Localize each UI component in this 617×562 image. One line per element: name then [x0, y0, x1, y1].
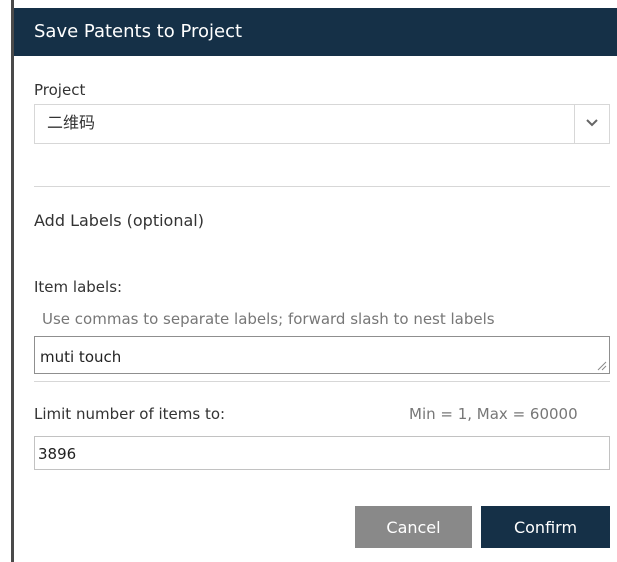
section-divider-top: [34, 186, 610, 187]
project-select[interactable]: 二维码: [34, 104, 610, 144]
item-labels-textarea[interactable]: muti touch: [34, 336, 610, 374]
dialog-title: Save Patents to Project: [34, 21, 243, 42]
item-labels-hint: Use commas to separate labels; forward s…: [42, 310, 495, 328]
limit-input[interactable]: 3896: [34, 436, 610, 470]
confirm-button[interactable]: Confirm: [481, 506, 610, 548]
save-patents-dialog: Save Patents to Project Project 二维码 Add …: [0, 0, 617, 562]
project-label: Project: [34, 81, 86, 99]
item-labels-label: Item labels:: [34, 278, 123, 296]
add-labels-heading: Add Labels (optional): [34, 211, 204, 230]
dialog-left-border: [11, 0, 14, 562]
select-divider: [574, 105, 575, 143]
item-labels-value: muti touch: [40, 348, 122, 366]
cancel-button[interactable]: Cancel: [355, 506, 472, 548]
resize-handle-icon[interactable]: [597, 361, 607, 371]
chevron-down-icon[interactable]: [583, 114, 601, 132]
section-divider-middle: [34, 381, 610, 382]
dialog-titlebar: Save Patents to Project: [14, 8, 617, 56]
project-selected-value: 二维码: [47, 113, 96, 132]
limit-range-text: Min = 1, Max = 60000: [409, 405, 578, 423]
limit-value: 3896: [38, 445, 77, 463]
limit-label: Limit number of items to:: [34, 405, 226, 423]
